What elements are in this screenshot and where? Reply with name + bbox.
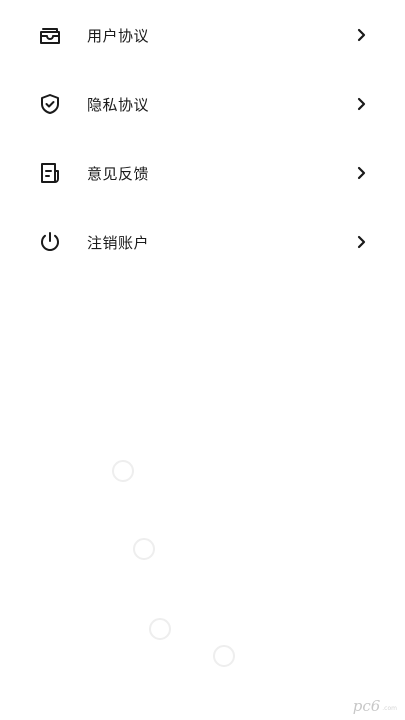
watermark-logo: pc6 .com xyxy=(353,699,397,714)
menu-item-delete-account[interactable]: 注销账户 xyxy=(0,214,405,270)
spinner-dot xyxy=(149,618,171,640)
spinner-dot xyxy=(133,538,155,560)
menu-item-user-agreement[interactable]: 用户协议 xyxy=(0,7,405,63)
document-icon xyxy=(36,159,64,187)
chevron-right-icon xyxy=(354,97,368,111)
chevron-right-icon xyxy=(354,235,368,249)
watermark-logo-text: pc6 xyxy=(352,697,381,715)
envelope-icon xyxy=(36,21,64,49)
menu-item-feedback[interactable]: 意见反馈 xyxy=(0,145,405,201)
spinner-dot xyxy=(112,460,134,482)
power-icon xyxy=(36,228,64,256)
spinner-dot xyxy=(213,645,235,667)
menu-item-privacy-agreement[interactable]: 隐私协议 xyxy=(0,76,405,132)
chevron-right-icon xyxy=(354,166,368,180)
menu-item-label: 隐私协议 xyxy=(87,95,150,114)
chevron-right-icon xyxy=(354,28,368,42)
watermark-logo-suffix: .com xyxy=(382,705,397,712)
menu-item-label: 用户协议 xyxy=(87,26,150,45)
shield-check-icon xyxy=(36,90,64,118)
menu-item-label: 注销账户 xyxy=(87,233,150,252)
menu-item-label: 意见反馈 xyxy=(87,164,150,183)
